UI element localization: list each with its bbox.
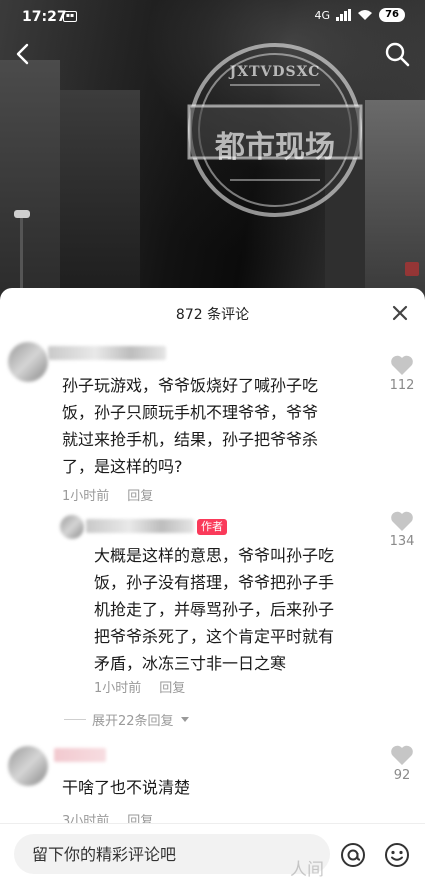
comment-line: 机抢走了，并辱骂孙子，后来孙子 xyxy=(94,600,335,619)
expand-replies-label: 展开22条回复 xyxy=(92,714,174,729)
comment-line: 矛盾，冰冻三寸非一日之寒 xyxy=(94,654,287,673)
comments-sheet: 872 条评论 孙子玩游戏，爷爷饭烧好了喊孙子吃 饭，孙子只顾玩手机不理爷爷，爷… xyxy=(0,288,425,885)
status-right: 4G 76 xyxy=(315,8,405,22)
heart-icon xyxy=(391,355,413,375)
reply-item[interactable]: 作者 大概是这样的意思，爷爷叫孙子吃 饭，孙子没有搭理，爷爷把孙子手 机抢走了，… xyxy=(0,510,425,700)
like-button[interactable]: 112 xyxy=(382,354,422,393)
heart-icon xyxy=(391,511,413,531)
expand-replies-button[interactable]: 展开22条回复 xyxy=(64,710,190,729)
comment-line: 饭，孙子只顾玩手机不理爷爷，爷爷 xyxy=(62,403,319,422)
search-icon xyxy=(385,42,410,67)
heart-icon xyxy=(391,745,413,765)
street-lamp xyxy=(14,210,30,218)
close-icon xyxy=(392,305,408,321)
comment-text: 大概是这样的意思，爷爷叫孙子吃 饭，孙子没有搭理，爷爷把孙子手 机抢走了，并辱骂… xyxy=(94,542,384,677)
comment-meta: 1小时前 回复 xyxy=(62,485,153,504)
back-icon xyxy=(16,43,29,65)
notification-icon: ▪▪ xyxy=(63,11,77,22)
comment-line: 大概是这样的意思，爷爷叫孙子吃 xyxy=(94,546,335,565)
emoji-icon xyxy=(385,843,409,867)
comment-time: 1小时前 xyxy=(62,489,110,504)
comment-input[interactable] xyxy=(14,834,330,874)
avatar[interactable] xyxy=(60,515,84,539)
comments-count-title: 872 条评论 xyxy=(175,307,250,323)
battery-indicator: 76 xyxy=(379,8,405,22)
author-badge: 作者 xyxy=(197,519,227,535)
username[interactable] xyxy=(86,519,194,533)
like-count: 92 xyxy=(393,768,411,783)
status-bar: 17:27 ▪▪ 4G 76 xyxy=(0,0,425,34)
status-time: 17:27 xyxy=(22,9,67,25)
search-button[interactable] xyxy=(383,40,411,68)
comment-input-wrapper[interactable] xyxy=(14,834,330,874)
avatar[interactable] xyxy=(8,342,48,382)
signal-icon xyxy=(336,9,352,21)
comments-header: 872 条评论 xyxy=(0,288,425,336)
lamp-post xyxy=(20,218,23,298)
comment-line: 饭，孙子没有搭理，爷爷把孙子手 xyxy=(94,573,335,592)
comment-input-bar: 人间 xyxy=(0,823,425,885)
emoji-button[interactable] xyxy=(384,842,410,868)
username[interactable] xyxy=(54,748,106,762)
username[interactable] xyxy=(48,346,166,360)
comment-item[interactable]: 干啥了也不说清楚 3小时前 回复 92 xyxy=(0,740,425,830)
comment-time: 1小时前 xyxy=(94,681,142,696)
back-button[interactable] xyxy=(10,40,38,68)
avatar[interactable] xyxy=(8,746,48,786)
like-count: 134 xyxy=(389,534,415,549)
station-watermark: JXTVDSXC 都市现场 xyxy=(185,40,365,220)
comment-line: 把爷爷杀死了，这个肯定平时就有 xyxy=(94,627,335,646)
building-left xyxy=(0,60,60,300)
comment-line: 了，是这样的吗? xyxy=(62,457,183,476)
building-left-inner xyxy=(60,90,140,300)
network-label: 4G xyxy=(314,8,331,22)
comment-text: 孙子玩游戏，爷爷饭烧好了喊孙子吃 饭，孙子只顾玩手机不理爷爷，爷爷 就过来抢手机… xyxy=(62,372,382,480)
reply-button[interactable]: 回复 xyxy=(159,677,185,696)
reply-button[interactable]: 回复 xyxy=(127,485,153,504)
comment-line: 孙子玩游戏，爷爷饭烧好了喊孙子吃 xyxy=(62,376,319,395)
comment-line: 干啥了也不说清楚 xyxy=(62,778,191,797)
comment-meta: 1小时前 回复 xyxy=(94,677,185,696)
comment-item[interactable]: 孙子玩游戏，爷爷饭烧好了喊孙子吃 饭，孙子只顾玩手机不理爷爷，爷爷 就过来抢手机… xyxy=(0,336,425,506)
watermark-main-text: 都市现场 xyxy=(215,130,335,165)
watermark-top-text: JXTVDSXC xyxy=(229,64,321,80)
like-button[interactable]: 134 xyxy=(382,510,422,549)
comment-text: 干啥了也不说清楚 xyxy=(62,774,382,801)
like-count: 112 xyxy=(389,378,415,393)
red-sign xyxy=(405,262,419,276)
divider-line xyxy=(64,719,86,720)
corner-watermark: 人间 xyxy=(290,860,324,880)
comment-line: 就过来抢手机，结果，孙子把爷爷杀 xyxy=(62,430,319,449)
like-button[interactable]: 92 xyxy=(382,744,422,783)
at-icon xyxy=(341,843,365,867)
wifi-icon xyxy=(358,10,373,20)
close-button[interactable] xyxy=(389,302,411,324)
mention-button[interactable] xyxy=(340,842,366,868)
chevron-down-icon xyxy=(180,716,189,722)
